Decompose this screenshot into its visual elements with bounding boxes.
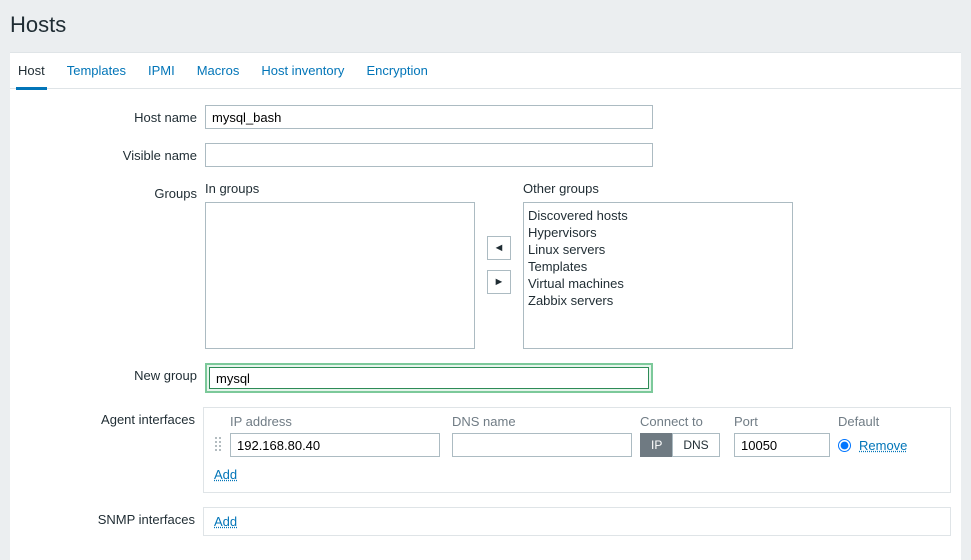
tab-macros[interactable]: Macros bbox=[195, 53, 242, 90]
move-right-button[interactable]: ► bbox=[487, 270, 511, 294]
tab-host-inventory[interactable]: Host inventory bbox=[259, 53, 346, 90]
triangle-left-icon: ◄ bbox=[494, 242, 505, 254]
host-name-input[interactable] bbox=[205, 105, 653, 129]
new-group-label: New group bbox=[20, 363, 205, 383]
agent-dns-input[interactable] bbox=[452, 433, 632, 457]
tab-encryption[interactable]: Encryption bbox=[364, 53, 429, 90]
tabs: Host Templates IPMI Macros Host inventor… bbox=[10, 53, 961, 89]
remove-interface-link[interactable]: Remove bbox=[859, 438, 907, 453]
page-title: Hosts bbox=[0, 0, 971, 52]
list-item[interactable]: Zabbix servers bbox=[528, 292, 788, 309]
list-item[interactable]: Linux servers bbox=[528, 241, 788, 258]
agent-port-input[interactable] bbox=[734, 433, 830, 457]
triangle-right-icon: ► bbox=[494, 276, 505, 288]
visible-name-input[interactable] bbox=[205, 143, 653, 167]
dns-name-header: DNS name bbox=[448, 414, 640, 429]
list-item[interactable]: Virtual machines bbox=[528, 275, 788, 292]
host-name-label: Host name bbox=[20, 105, 205, 125]
list-item[interactable]: Templates bbox=[528, 258, 788, 275]
snmp-interfaces-label: SNMP interfaces bbox=[20, 507, 203, 527]
in-groups-listbox[interactable] bbox=[205, 202, 475, 349]
other-groups-listbox[interactable]: Discovered hosts Hypervisors Linux serve… bbox=[523, 202, 793, 349]
agent-interface-row: IP DNS Remove bbox=[214, 433, 940, 457]
new-group-input[interactable] bbox=[209, 367, 649, 389]
drag-handle-icon[interactable] bbox=[214, 436, 222, 452]
snmp-interfaces-box: Add bbox=[203, 507, 951, 536]
connect-ip-toggle[interactable]: IP bbox=[640, 433, 672, 457]
add-agent-interface-link[interactable]: Add bbox=[214, 467, 237, 482]
groups-label: Groups bbox=[20, 181, 205, 201]
port-header: Port bbox=[730, 414, 838, 429]
agent-interfaces-label: Agent interfaces bbox=[20, 407, 203, 427]
tab-host[interactable]: Host bbox=[16, 53, 47, 90]
tab-templates[interactable]: Templates bbox=[65, 53, 128, 90]
host-form: Host name Visible name Groups In groups bbox=[10, 89, 961, 560]
list-item[interactable]: Discovered hosts bbox=[528, 207, 788, 224]
agent-ip-input[interactable] bbox=[230, 433, 440, 457]
list-item[interactable]: Hypervisors bbox=[528, 224, 788, 241]
default-header: Default bbox=[838, 414, 940, 429]
host-panel: Host Templates IPMI Macros Host inventor… bbox=[10, 52, 961, 560]
move-left-button[interactable]: ◄ bbox=[487, 236, 511, 260]
tab-ipmi[interactable]: IPMI bbox=[146, 53, 177, 90]
ip-address-header: IP address bbox=[226, 414, 448, 429]
connect-dns-toggle[interactable]: DNS bbox=[672, 433, 719, 457]
other-groups-label: Other groups bbox=[523, 181, 793, 196]
agent-interfaces-box: IP address DNS name Connect to Port Defa… bbox=[203, 407, 951, 493]
new-group-highlight bbox=[205, 363, 653, 393]
agent-default-radio[interactable] bbox=[838, 439, 851, 452]
connect-to-header: Connect to bbox=[640, 414, 730, 429]
visible-name-label: Visible name bbox=[20, 143, 205, 163]
in-groups-label: In groups bbox=[205, 181, 475, 196]
